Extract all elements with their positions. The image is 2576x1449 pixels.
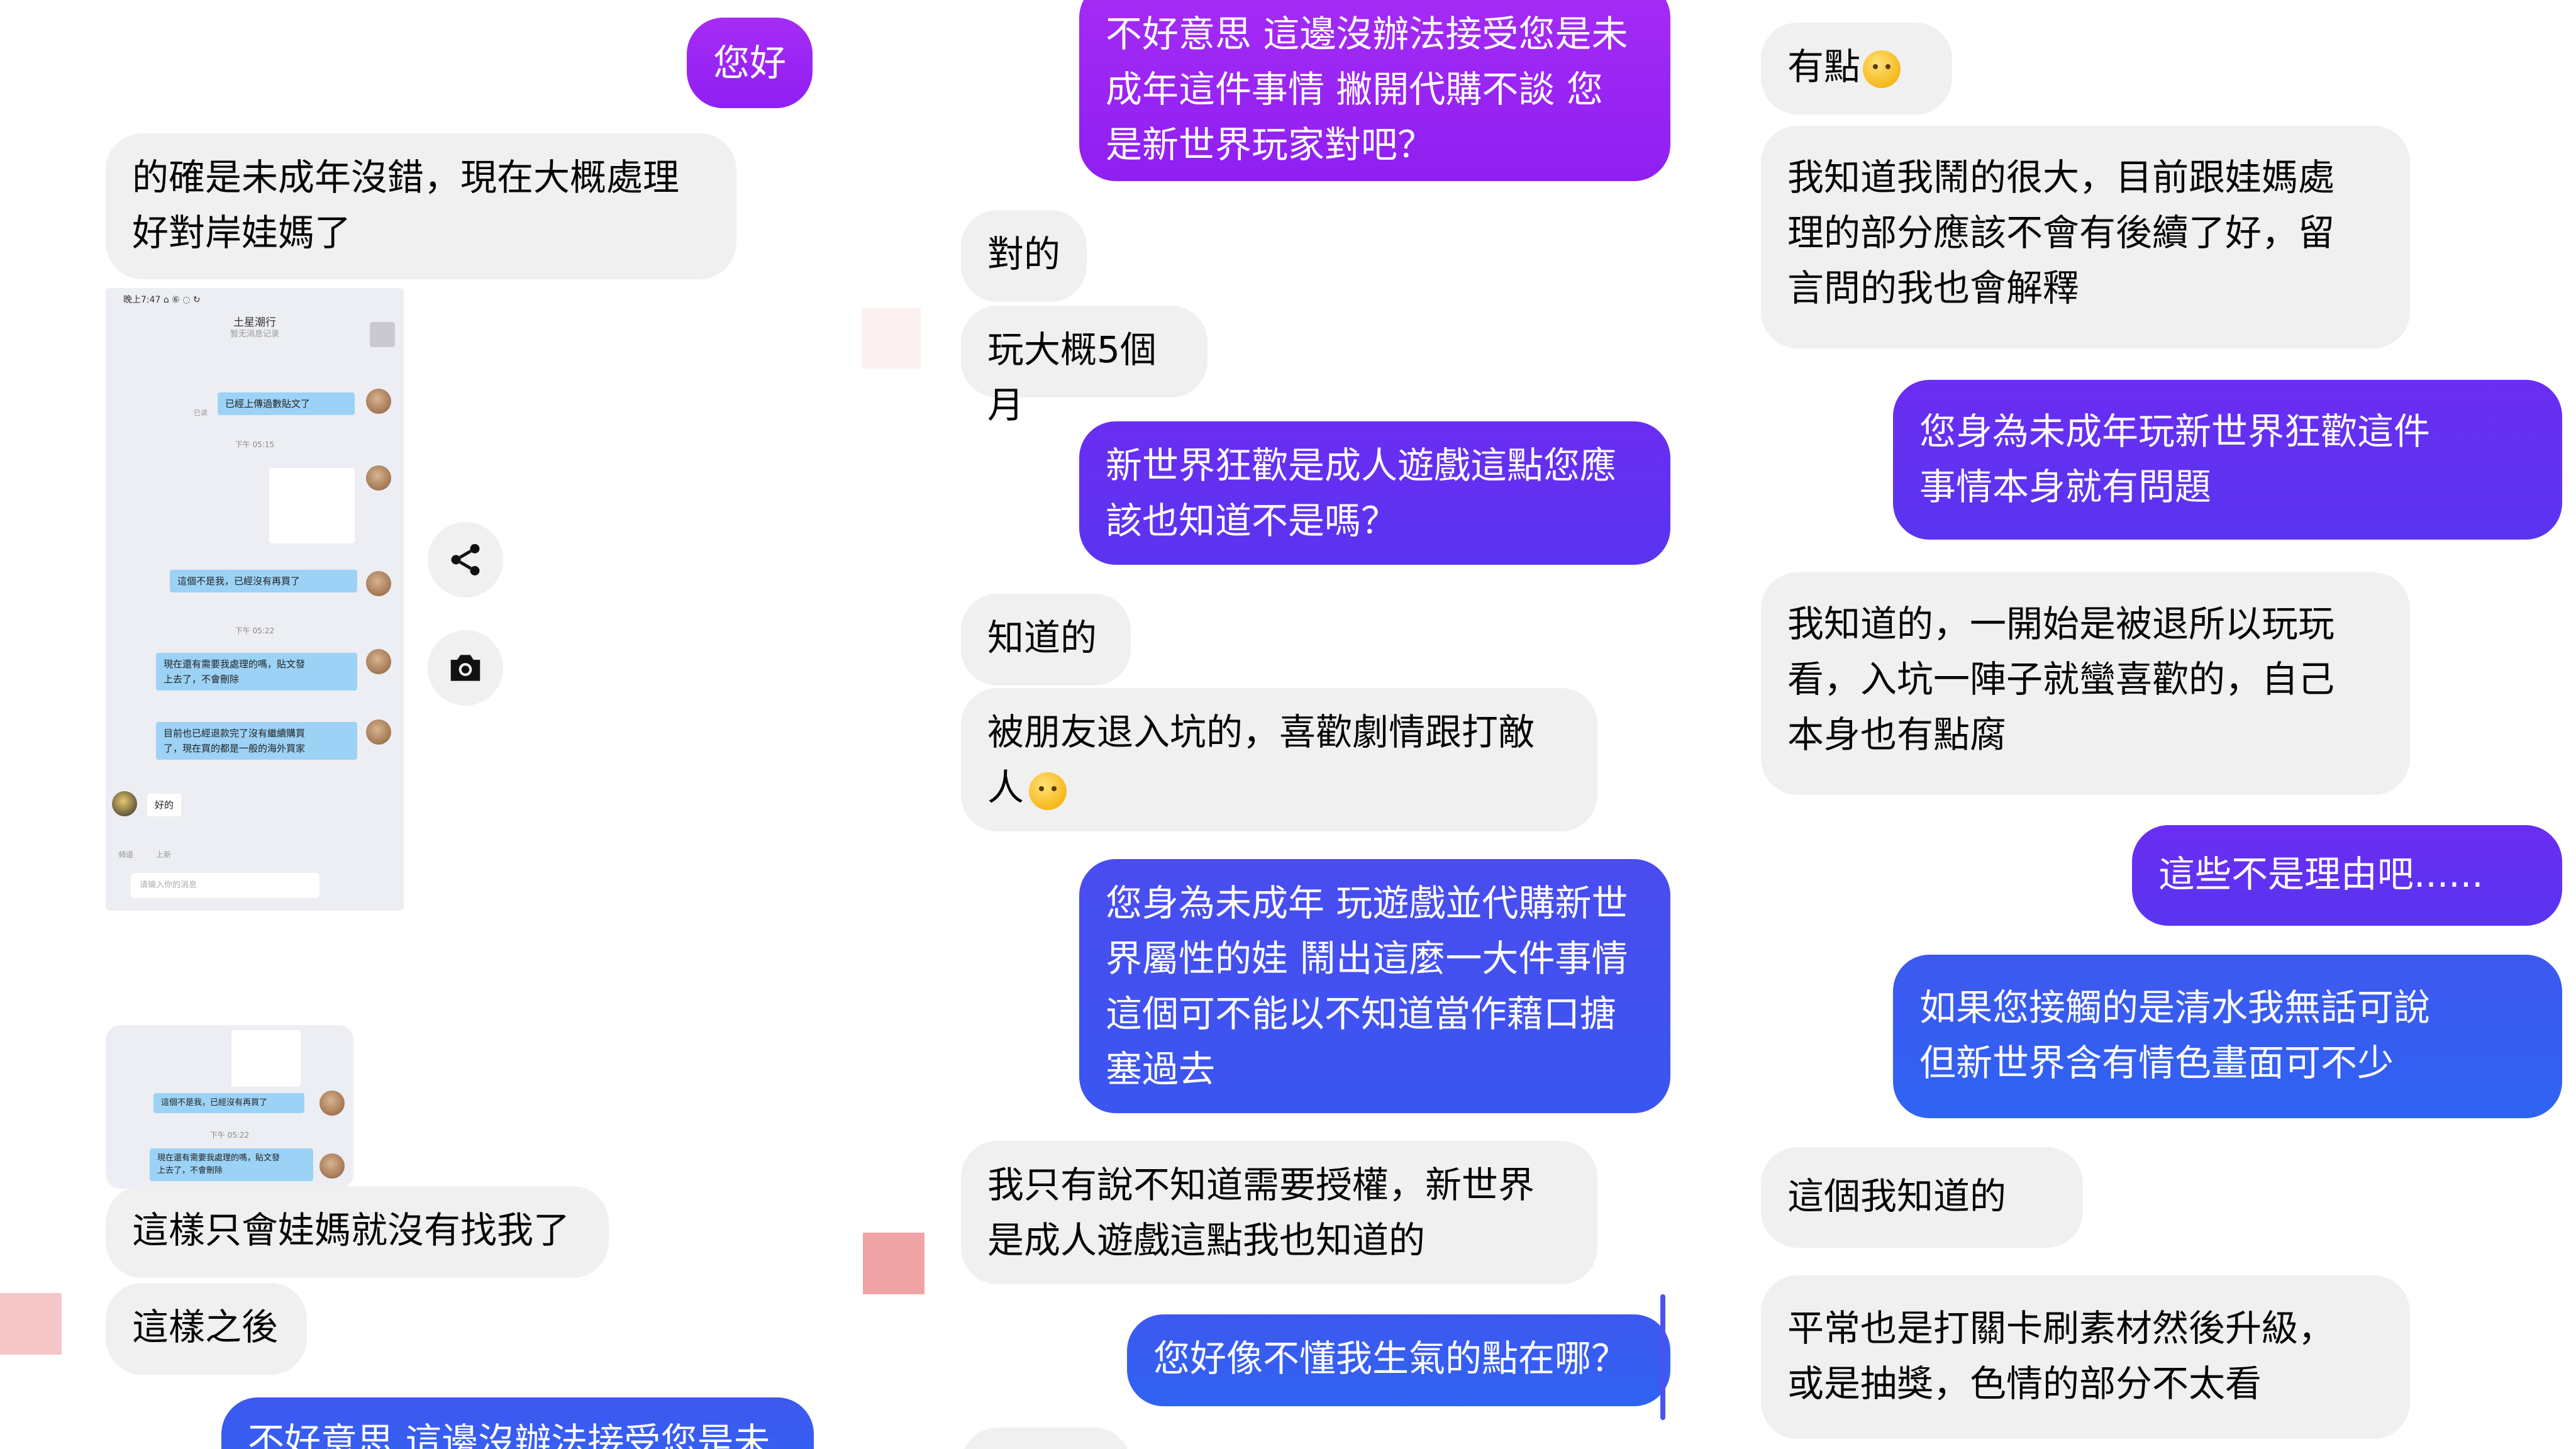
incoming-message: 的確是未成年沒錯，現在大概處理 好對岸娃媽了 [106, 133, 736, 279]
redaction-mark [862, 308, 921, 369]
incoming-message [961, 1428, 1131, 1449]
shared-screenshot-thumbnail[interactable]: 這個不是我，已經沒有再買了 下午 05:22 現在還有需要我處理的嗎，貼文發 上… [106, 1025, 353, 1189]
phone-chat-subtitle: 暂无消息记录 [230, 330, 279, 339]
phone-image-card [231, 1030, 301, 1087]
camera-button[interactable] [428, 630, 503, 706]
incoming-message: 我只有說不知道需要授權，新世界 是成人遊戲這點我也知道的 [961, 1141, 1597, 1284]
phone-bubble: 現在還有需要我處理的嗎，貼文發 上去了，不會刪除 [156, 653, 357, 691]
incoming-message: 平常也是打關卡刷素材然後升級， 或是抽獎，色情的部分不太看 [1761, 1275, 2410, 1439]
outgoing-message: 不好意思 這邊沒辦法接受您是未 成年這件事情 撇開代購不談 您 是新世界玩家對吧… [1079, 0, 1670, 181]
incoming-message: 這個我知道的 [1761, 1147, 2083, 1248]
scrollbar[interactable] [1660, 1294, 1665, 1420]
phone-timestamp: 下午 05:15 [235, 440, 275, 449]
incoming-message: 我知道的，一開始是被退所以玩玩 看，入坑一陣子就蠻喜歡的，自己 本身也有點腐 [1761, 572, 2410, 795]
message-text: 有點 [1787, 45, 1861, 88]
share-button[interactable] [428, 522, 503, 597]
incoming-message: 知道的 [961, 594, 1131, 686]
incoming-message: 這樣之後 [106, 1283, 307, 1375]
chat-panel-right: 有點 我知道我鬧的很大，目前跟娃媽處 理的部分應該不會有後續了好，留 言問的我也… [1721, 0, 2576, 1449]
outgoing-message: 您身為未成年 玩遊戲並代購新世 界屬性的娃 鬧出這麼一大件事情 這個可不能以不知… [1079, 859, 1670, 1113]
camera-icon [450, 655, 480, 681]
incoming-message: 玩大概5個月 [961, 306, 1208, 426]
outgoing-message: 您好 [687, 18, 813, 108]
avatar [370, 322, 395, 347]
phone-bubble: 已經上傳過數貼文了 [218, 392, 355, 415]
avatar [366, 719, 391, 745]
incoming-message: 被朋友退入坑的，喜歡劇情跟打敵 人 [961, 688, 1597, 831]
outgoing-message: 新世界狂歡是成人遊戲這點您應 該也知道不是嗎？ [1079, 421, 1670, 565]
phone-status-bar: 晚上7:47 ⌂ ⑥ ◌ ↻ [123, 295, 201, 305]
avatar [112, 791, 137, 816]
quick-reply: 上新 [156, 850, 172, 859]
avatar [366, 389, 391, 414]
outgoing-message: 如果您接觸的是清水我無話可說 但新世界含有情色畫面可不少 [1893, 955, 2562, 1118]
incoming-message: 對的 [961, 210, 1087, 302]
phone-bubble: 這個不是我，已經沒有再買了 [170, 570, 357, 592]
phone-message-input: 请输入你的消息 [131, 873, 319, 898]
phone-timestamp: 下午 05:22 [235, 626, 275, 635]
avatar [366, 649, 391, 674]
chat-panel-left: 您好 的確是未成年沒錯，現在大概處理 好對岸娃媽了 晚上7:47 ⌂ ⑥ ◌ ↻… [0, 0, 855, 1449]
avatar [366, 465, 391, 491]
avatar [366, 571, 391, 596]
phone-bubble: 好的 [147, 794, 182, 816]
outgoing-message: 這些不是理由吧...... [2132, 825, 2562, 926]
chat-panel-middle: 不好意思 這邊沒辦法接受您是未 成年這件事情 撇開代購不談 您 是新世界玩家對吧… [860, 0, 1711, 1449]
quick-reply: 頻道 [118, 850, 134, 859]
incoming-message: 我知道我鬧的很大，目前跟娃媽處 理的部分應該不會有後續了好，留 言問的我也會解釋 [1761, 126, 2410, 348]
shared-screenshot-image[interactable]: 晚上7:47 ⌂ ⑥ ◌ ↻ 土星潮行 暂无消息记录 已經上傳過數貼文了 已读 … [106, 288, 404, 911]
share-icon [451, 544, 480, 575]
thinking-face-emoji [1029, 772, 1067, 810]
phone-image-card [269, 468, 355, 543]
read-receipt: 已读 [194, 409, 208, 417]
outgoing-message: 您好像不懂我生氣的點在哪？ [1127, 1314, 1670, 1406]
incoming-message: 這樣只會娃媽就沒有找我了 [106, 1186, 609, 1278]
phone-timestamp: 下午 05:22 [209, 1131, 250, 1140]
phone-bubble: 現在還有需要我處理的嗎，貼文發 上去了，不會刪除 [150, 1148, 313, 1181]
avatar [319, 1153, 345, 1179]
outgoing-message: 您身為未成年玩新世界狂歡這件 事情本身就有問題 [1893, 380, 2562, 540]
sad-face-emoji [1863, 50, 1901, 88]
phone-bubble: 這個不是我，已經沒有再買了 [153, 1093, 304, 1113]
avatar [319, 1091, 345, 1116]
redaction-mark [0, 1293, 62, 1355]
incoming-message: 有點 [1761, 23, 1952, 114]
phone-bubble: 目前也已經退款完了沒有繼續購買 了，現在買的都是一般的海外買家 [156, 722, 357, 760]
redaction-mark [863, 1233, 924, 1294]
outgoing-message: 不好意思 這邊沒辦法接受您是未 [221, 1397, 814, 1449]
